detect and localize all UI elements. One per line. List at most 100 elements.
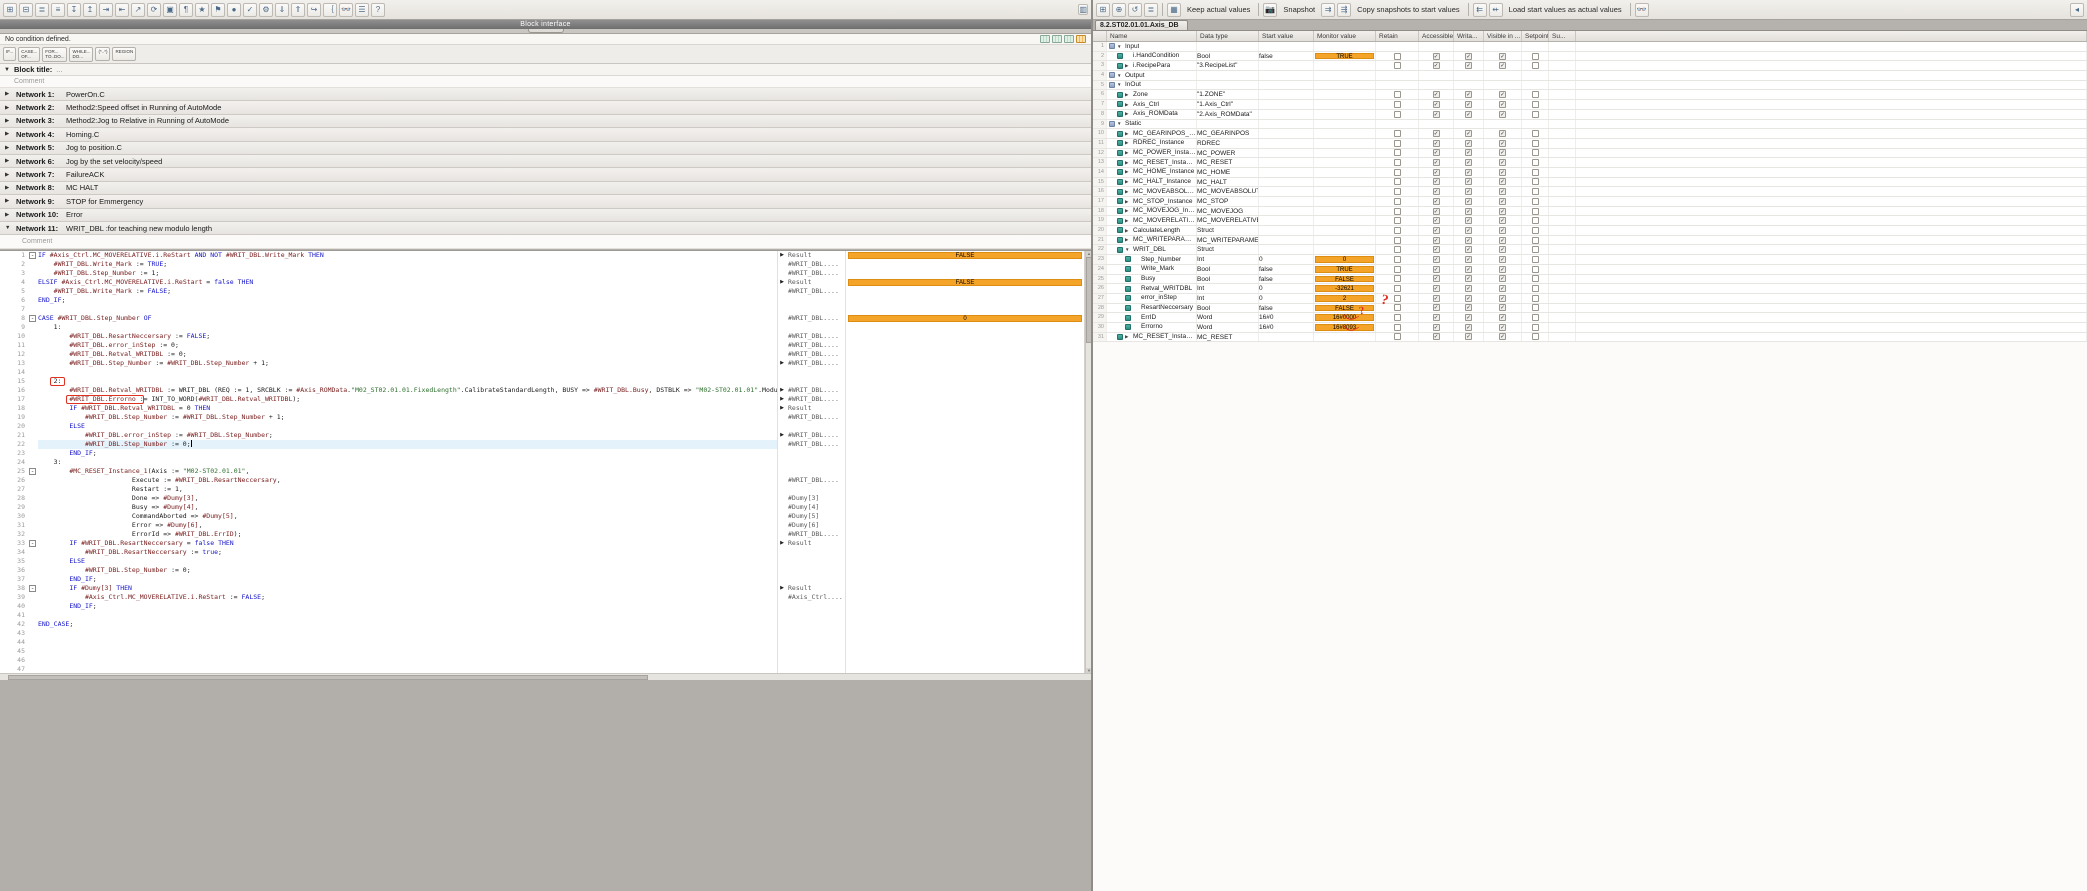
writable-checkbox[interactable]: ✓: [1465, 169, 1472, 176]
visible-checkbox[interactable]: ✓: [1499, 246, 1506, 253]
table-row[interactable]: 18▶MC_MOVEJOG_InstanceMC_MOVEJOG✓✓✓: [1093, 207, 2087, 217]
code-horizontal-scrollbar[interactable]: [0, 673, 1091, 680]
writable-checkbox[interactable]: ✓: [1465, 149, 1472, 156]
table-row[interactable]: 13▶MC_RESET_InstanceMC_RESET✓✓✓: [1093, 158, 2087, 168]
table-row[interactable]: 28ResartNeccersaryBoolfalseFALSE✓✓✓: [1093, 304, 2087, 314]
network-row-10[interactable]: ▶Network 10:Error: [0, 209, 1091, 222]
accessible-checkbox[interactable]: ✓: [1433, 198, 1440, 205]
start-value-cell[interactable]: [1259, 120, 1314, 129]
retain-checkbox[interactable]: [1394, 198, 1401, 205]
code-line[interactable]: #WRIT_DBL.ResartNeccersary := FALSE;: [38, 332, 777, 341]
load-all-values-icon[interactable]: ⇷: [1489, 3, 1503, 17]
insert-row-icon[interactable]: ↧: [67, 3, 81, 17]
setpoint-checkbox[interactable]: [1532, 149, 1539, 156]
help-icon[interactable]: ?: [371, 3, 385, 17]
setpoint-checkbox[interactable]: [1532, 266, 1539, 273]
column-header-writable[interactable]: Writa...: [1454, 31, 1484, 41]
retain-checkbox[interactable]: [1394, 217, 1401, 224]
monitor-expand-icon[interactable]: ▶: [778, 278, 786, 287]
copy-snapshots-button[interactable]: Copy snapshots to start values: [1353, 3, 1464, 16]
goto-definition-icon[interactable]: ↗: [131, 3, 145, 17]
network-row-4[interactable]: ▶Network 4:Homing.C: [0, 128, 1091, 141]
start-value-cell[interactable]: 16#0: [1259, 313, 1314, 322]
setpoint-checkbox[interactable]: [1532, 217, 1539, 224]
code-line[interactable]: END_CASE;: [38, 620, 777, 629]
start-value-cell[interactable]: [1259, 61, 1314, 70]
code-line[interactable]: #WRIT_DBL.ResartNeccersary := true;: [38, 548, 777, 557]
visible-checkbox[interactable]: ✓: [1499, 53, 1506, 60]
accessible-checkbox[interactable]: ✓: [1433, 256, 1440, 263]
expand-icon[interactable]: ▶: [1125, 197, 1131, 206]
collapse-panel-icon[interactable]: ◂: [2070, 3, 2084, 17]
data-type-cell[interactable]: [1197, 81, 1259, 90]
visible-checkbox[interactable]: ✓: [1499, 111, 1506, 118]
table-row[interactable]: 23Step_NumberInt00✓✓✓: [1093, 255, 2087, 265]
data-type-cell[interactable]: "2.Axis_ROMData": [1197, 110, 1259, 119]
writable-checkbox[interactable]: ✓: [1465, 217, 1472, 224]
code-line[interactable]: #MC_RESET_Instance_1(Axis := "M02-ST02.0…: [38, 467, 777, 476]
start-value-cell[interactable]: [1259, 168, 1314, 177]
monitor-expand-icon[interactable]: ▶: [778, 386, 786, 395]
accessible-checkbox[interactable]: ✓: [1433, 246, 1440, 253]
code-line[interactable]: #WRIT_DBL.Errorno := INT_TO_WORD(#WRIT_D…: [38, 395, 777, 404]
favorite-while[interactable]: WHILE... DO...: [69, 47, 93, 62]
table-row[interactable]: 10▶MC_GEARINPOS_Insta...MC_GEARINPOS✓✓✓: [1093, 129, 2087, 139]
writable-checkbox[interactable]: ✓: [1465, 227, 1472, 234]
load-start-values-button[interactable]: Load start values as actual values: [1505, 3, 1626, 16]
visible-checkbox[interactable]: ✓: [1499, 149, 1506, 156]
column-header-setpoint[interactable]: Setpoint: [1522, 31, 1549, 41]
breakpoint-icon[interactable]: ●: [227, 3, 241, 17]
bookmark-icon[interactable]: ⚑: [211, 3, 225, 17]
retain-checkbox[interactable]: [1394, 101, 1401, 108]
retain-checkbox[interactable]: [1394, 159, 1401, 166]
favorite-region[interactable]: REGION: [112, 47, 136, 61]
accessible-checkbox[interactable]: ✓: [1433, 169, 1440, 176]
retain-checkbox[interactable]: [1394, 140, 1401, 147]
code-line[interactable]: [38, 629, 777, 638]
block-interface-bar[interactable]: Block interface: [0, 20, 1091, 29]
visible-checkbox[interactable]: ✓: [1499, 266, 1506, 273]
table-row[interactable]: 22▼WRIT_DBLStruct✓✓✓: [1093, 245, 2087, 255]
start-value-cell[interactable]: [1259, 187, 1314, 196]
accessible-checkbox[interactable]: ✓: [1433, 159, 1440, 166]
setpoint-checkbox[interactable]: [1532, 91, 1539, 98]
expand-icon[interactable]: ▶: [1125, 187, 1131, 196]
writable-checkbox[interactable]: ✓: [1465, 246, 1472, 253]
start-value-cell[interactable]: false: [1259, 275, 1314, 284]
insert-network-icon[interactable]: ⊞: [3, 3, 17, 17]
data-type-cell[interactable]: MC_WRITEPARAME...: [1197, 236, 1259, 245]
code-line[interactable]: Done => #Dumy[3],: [38, 494, 777, 503]
interface-splitter-handle[interactable]: [528, 29, 564, 33]
expand-icon[interactable]: ▶: [1125, 100, 1131, 109]
visible-checkbox[interactable]: ✓: [1499, 285, 1506, 292]
start-value-cell[interactable]: 16#0: [1259, 323, 1314, 332]
start-value-cell[interactable]: 0: [1259, 284, 1314, 293]
expand-icon[interactable]: ▶: [5, 131, 12, 137]
visible-checkbox[interactable]: ✓: [1499, 324, 1506, 331]
setpoint-checkbox[interactable]: [1532, 188, 1539, 195]
code-line[interactable]: ELSE: [38, 422, 777, 431]
code-line[interactable]: IF #WRIT_DBL.Retval_WRITDBL = 0 THEN: [38, 404, 777, 413]
table-row[interactable]: 5▼InOut: [1093, 81, 2087, 91]
code-line[interactable]: ELSIF #Axis_Ctrl.MC_MOVERELATIVE.i.ReSta…: [38, 278, 777, 287]
writable-checkbox[interactable]: ✓: [1465, 208, 1472, 215]
setpoint-checkbox[interactable]: [1532, 62, 1539, 69]
data-type-cell[interactable]: MC_HALT: [1197, 178, 1259, 187]
setpoint-checkbox[interactable]: [1532, 237, 1539, 244]
table-row[interactable]: 14▶MC_HOME_InstanceMC_HOME✓✓✓: [1093, 168, 2087, 178]
column-header-monitor-value[interactable]: Monitor value: [1314, 31, 1376, 41]
monitor-expand-icon[interactable]: ▶: [778, 395, 786, 404]
writable-checkbox[interactable]: ✓: [1465, 314, 1472, 321]
data-type-cell[interactable]: Word: [1197, 323, 1259, 332]
code-line[interactable]: #Axis_Ctrl.MC_MOVERELATIVE.i.ReStart := …: [38, 593, 777, 602]
code-line[interactable]: #WRIT_DBL.error_inStep := 0;: [38, 341, 777, 350]
table-row[interactable]: 7▶Axis_Ctrl"1.Axis_Ctrl"✓✓✓: [1093, 100, 2087, 110]
start-value-cell[interactable]: [1259, 333, 1314, 342]
data-type-cell[interactable]: MC_MOVERELATIVE: [1197, 216, 1259, 225]
table-row[interactable]: 25BusyBoolfalseFALSE✓✓✓: [1093, 275, 2087, 285]
code-column[interactable]: IF #Axis_Ctrl.MC_MOVERELATIVE.i.ReStart …: [38, 251, 777, 674]
writable-checkbox[interactable]: ✓: [1465, 285, 1472, 292]
scl-code-editor[interactable]: 1234567891011121314151617181920212223242…: [0, 250, 1091, 673]
start-value-cell[interactable]: [1259, 42, 1314, 51]
accessible-checkbox[interactable]: ✓: [1433, 324, 1440, 331]
